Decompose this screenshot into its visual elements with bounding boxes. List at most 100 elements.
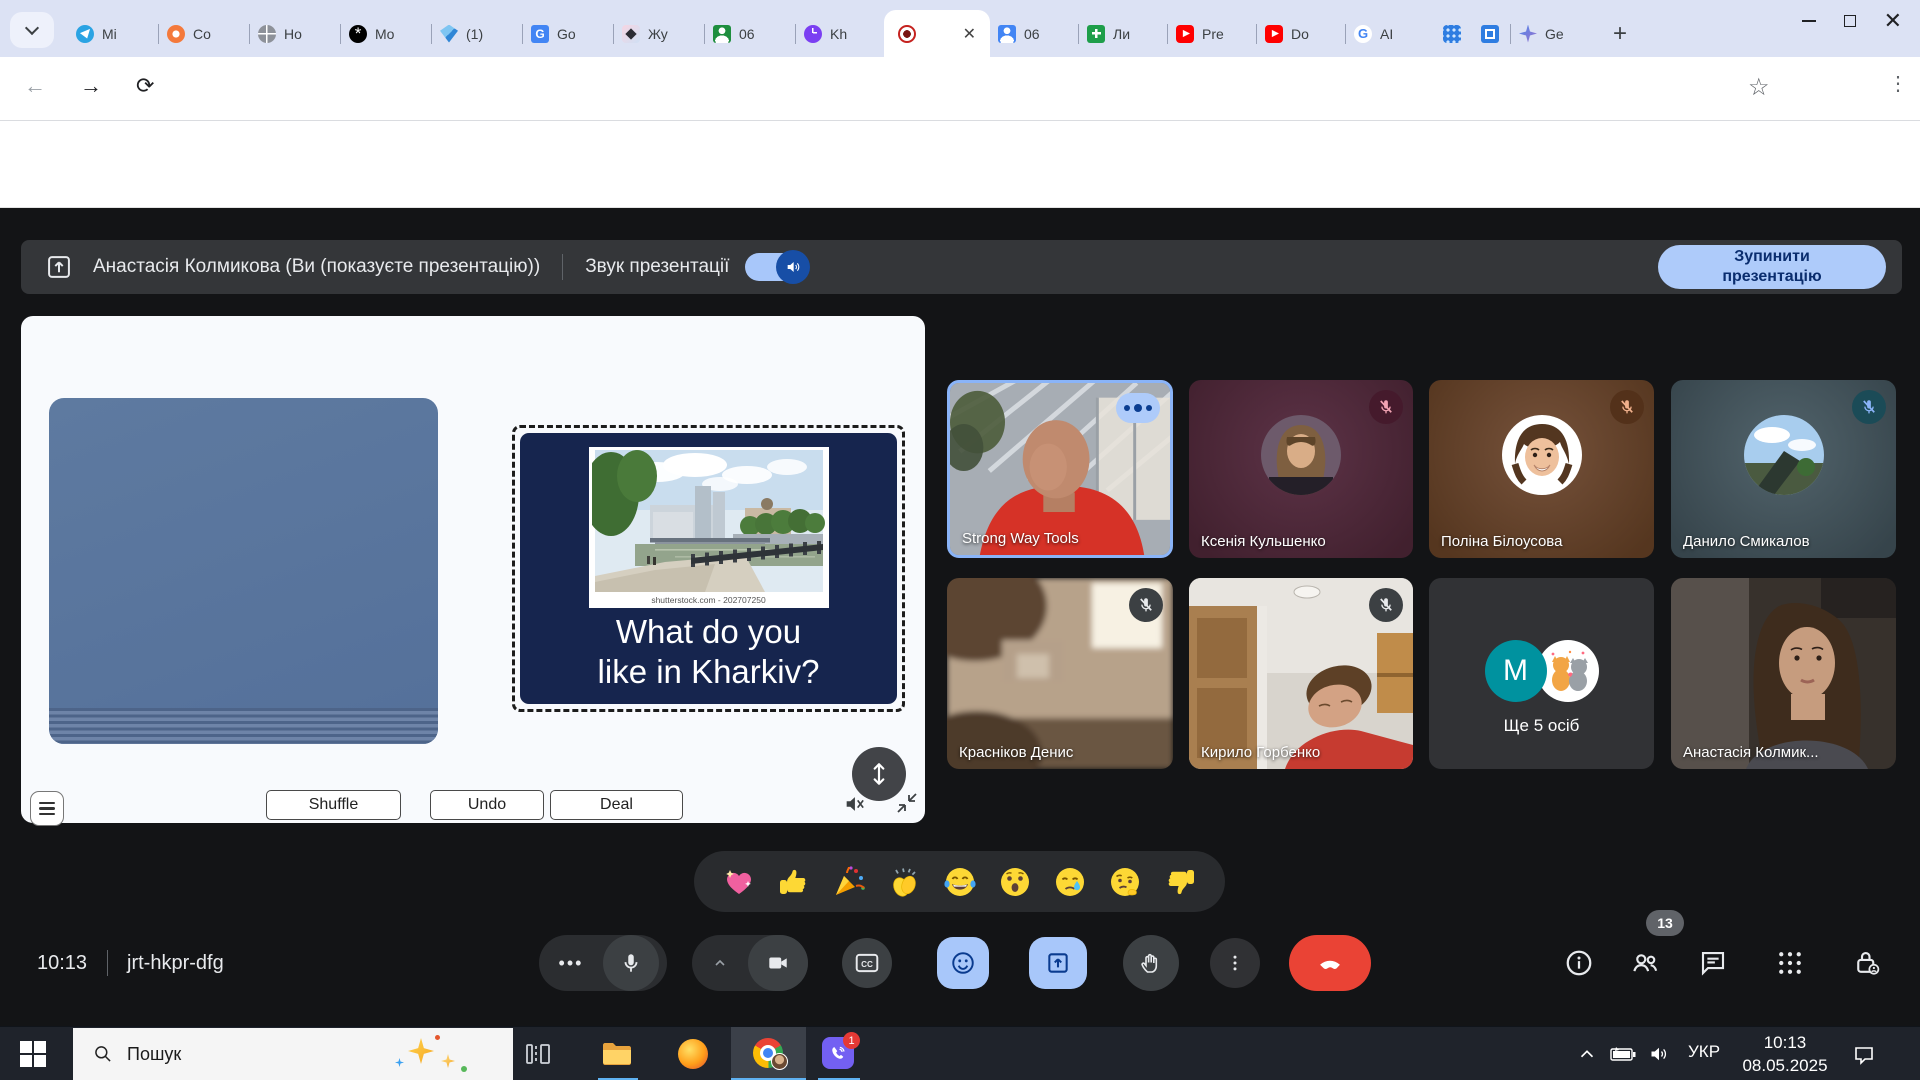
participant-tile-krasnikov[interactable]: Красніков Денис (947, 578, 1173, 769)
browser-tab[interactable]: Ли (1079, 14, 1168, 54)
undo-button[interactable]: Undo (430, 790, 544, 820)
reload-icon[interactable]: ⟳ (136, 73, 154, 99)
mic-off-icon (1369, 390, 1403, 424)
youtube-favicon (1176, 25, 1194, 43)
stop-presentation-button[interactable]: Зупинити презентацію (1658, 245, 1886, 289)
volume-icon[interactable] (1648, 1044, 1670, 1064)
browser-tab[interactable]: Ge (1511, 14, 1601, 54)
viber-icon[interactable]: 1 (822, 1037, 854, 1069)
svg-text:CC: CC (861, 960, 873, 969)
battery-icon[interactable] (1610, 1046, 1636, 1062)
browser-tab[interactable]: 06 (990, 14, 1079, 54)
browser-tab[interactable]: (1) (432, 14, 523, 54)
microphone-button[interactable] (603, 935, 659, 991)
browser-tab[interactable]: GGo (523, 14, 614, 54)
search-placeholder: Пошук (127, 1044, 181, 1065)
tray-clock[interactable]: 10:13 08.05.2025 (1730, 1031, 1840, 1077)
firefox-icon[interactable] (678, 1039, 708, 1069)
restore-window-icon[interactable] (1844, 15, 1856, 27)
thumbs-down-reaction[interactable] (1162, 864, 1198, 900)
presenter-label: Анастасія Колмикова (Ви (показуєте презе… (93, 256, 540, 278)
browser-tab-active-meet[interactable]: ✕ (884, 10, 990, 57)
browser-menu-icon[interactable]: ⋮ (1888, 71, 1908, 96)
participant-name: Strong Way Tools (962, 530, 1079, 547)
reactions-bar (694, 851, 1225, 912)
reactions-button[interactable] (937, 937, 989, 989)
surprised-face-reaction[interactable] (997, 864, 1033, 900)
thumbs-up-reaction[interactable] (776, 864, 812, 900)
activities-grid-icon[interactable] (1775, 948, 1805, 978)
mic-options-icon[interactable]: ••• (539, 953, 603, 974)
participant-tile-danylo[interactable]: Данило Смикалов (1671, 380, 1896, 558)
bookmark-star-icon[interactable]: ☆ (1748, 73, 1770, 102)
browser-tab[interactable]: Ho (250, 14, 341, 54)
chat-icon[interactable] (1698, 948, 1728, 978)
forward-icon[interactable]: → (80, 73, 102, 99)
wordwall-menu-button[interactable] (30, 791, 64, 826)
back-icon[interactable]: ← (24, 73, 46, 99)
participant-tile-kseniia[interactable]: Ксенія Кульшенко (1189, 380, 1413, 558)
close-tab-icon[interactable]: ✕ (963, 24, 976, 44)
audio-muted-icon[interactable] (843, 793, 865, 815)
taskbar-search-box[interactable]: Пошук (73, 1028, 513, 1080)
party-popper-reaction[interactable] (831, 864, 867, 900)
presentation-sound-toggle[interactable] (745, 253, 809, 281)
participant-tile-strong-way-tools[interactable]: Strong Way Tools (947, 380, 1173, 558)
presentation-header: Анастасія Колмикова (Ви (показуєте презе… (21, 240, 1902, 294)
participant-tile-anastasiia[interactable]: Анастасія Колмик... (1671, 578, 1896, 769)
camera-options-icon[interactable] (692, 955, 748, 971)
new-tab-button[interactable]: + (1613, 20, 1627, 48)
file-explorer-icon[interactable] (601, 1039, 633, 1069)
clapping-hands-reaction[interactable] (886, 864, 922, 900)
browser-tab[interactable]: Kh (796, 14, 884, 54)
tray-date: 08.05.2025 (1730, 1054, 1840, 1077)
captions-button[interactable]: CC (842, 938, 892, 988)
exit-fullscreen-icon[interactable] (895, 791, 919, 815)
shuffle-button[interactable]: Shuffle (266, 790, 401, 820)
meeting-details-icon[interactable] (1564, 948, 1594, 978)
participant-tile-polina[interactable]: Поліна Білоусова (1429, 380, 1654, 558)
sparkling-heart-reaction[interactable] (721, 864, 757, 900)
action-center-icon[interactable] (1852, 1043, 1876, 1067)
browser-tab[interactable]: GAI (1346, 14, 1435, 54)
browser-tab[interactable]: Pre (1168, 14, 1257, 54)
browser-tab[interactable] (1435, 14, 1473, 54)
camera-button-group (692, 935, 808, 991)
more-options-button[interactable] (1210, 938, 1260, 988)
language-indicator[interactable]: УКР (1688, 1042, 1720, 1062)
browser-tab[interactable]: Жу (614, 14, 705, 54)
minimize-window-icon[interactable] (1802, 20, 1816, 22)
end-call-button[interactable] (1289, 935, 1371, 991)
show-everyone-icon[interactable] (1630, 948, 1660, 978)
google-favicon: G (1354, 25, 1372, 43)
divider (107, 950, 108, 976)
browser-tab[interactable]: Do (1257, 14, 1346, 54)
camera-button[interactable] (748, 935, 808, 991)
chevron-down-icon (25, 21, 39, 35)
present-now-button[interactable] (1029, 937, 1087, 989)
browser-tab[interactable]: Mi (68, 14, 159, 54)
chrome-taskbar-highlight[interactable] (731, 1027, 806, 1080)
start-button-icon[interactable] (20, 1041, 32, 1053)
tray-chevron-icon[interactable] (1576, 1043, 1598, 1065)
crying-face-reaction[interactable] (1052, 864, 1088, 900)
card-deck[interactable] (49, 398, 438, 744)
task-view-icon[interactable] (524, 1040, 552, 1068)
selected-card[interactable]: shutterstock.com - 202707250 What do you… (512, 425, 905, 712)
tab-search-button[interactable] (10, 12, 54, 48)
deal-button[interactable]: Deal (550, 790, 683, 820)
browser-tab[interactable]: 06 (705, 14, 796, 54)
participant-tile-overflow[interactable]: M Ще 5 осіб (1429, 578, 1654, 769)
youtube-favicon (1265, 25, 1283, 43)
participant-tile-kyrylo[interactable]: Кирило Горбенко (1189, 578, 1413, 769)
raise-hand-button[interactable] (1123, 935, 1179, 991)
contact-favicon (713, 25, 731, 43)
face-tears-of-joy-reaction[interactable] (942, 864, 978, 900)
browser-tab[interactable]: Co (159, 14, 250, 54)
thinking-face-reaction[interactable] (1107, 864, 1143, 900)
close-window-icon[interactable]: ✕ (1884, 14, 1902, 28)
browser-tab[interactable] (1473, 14, 1511, 54)
host-controls-lock-icon[interactable] (1852, 948, 1882, 978)
browser-tab[interactable]: *Mo (341, 14, 432, 54)
grid-favicon (1443, 25, 1461, 43)
